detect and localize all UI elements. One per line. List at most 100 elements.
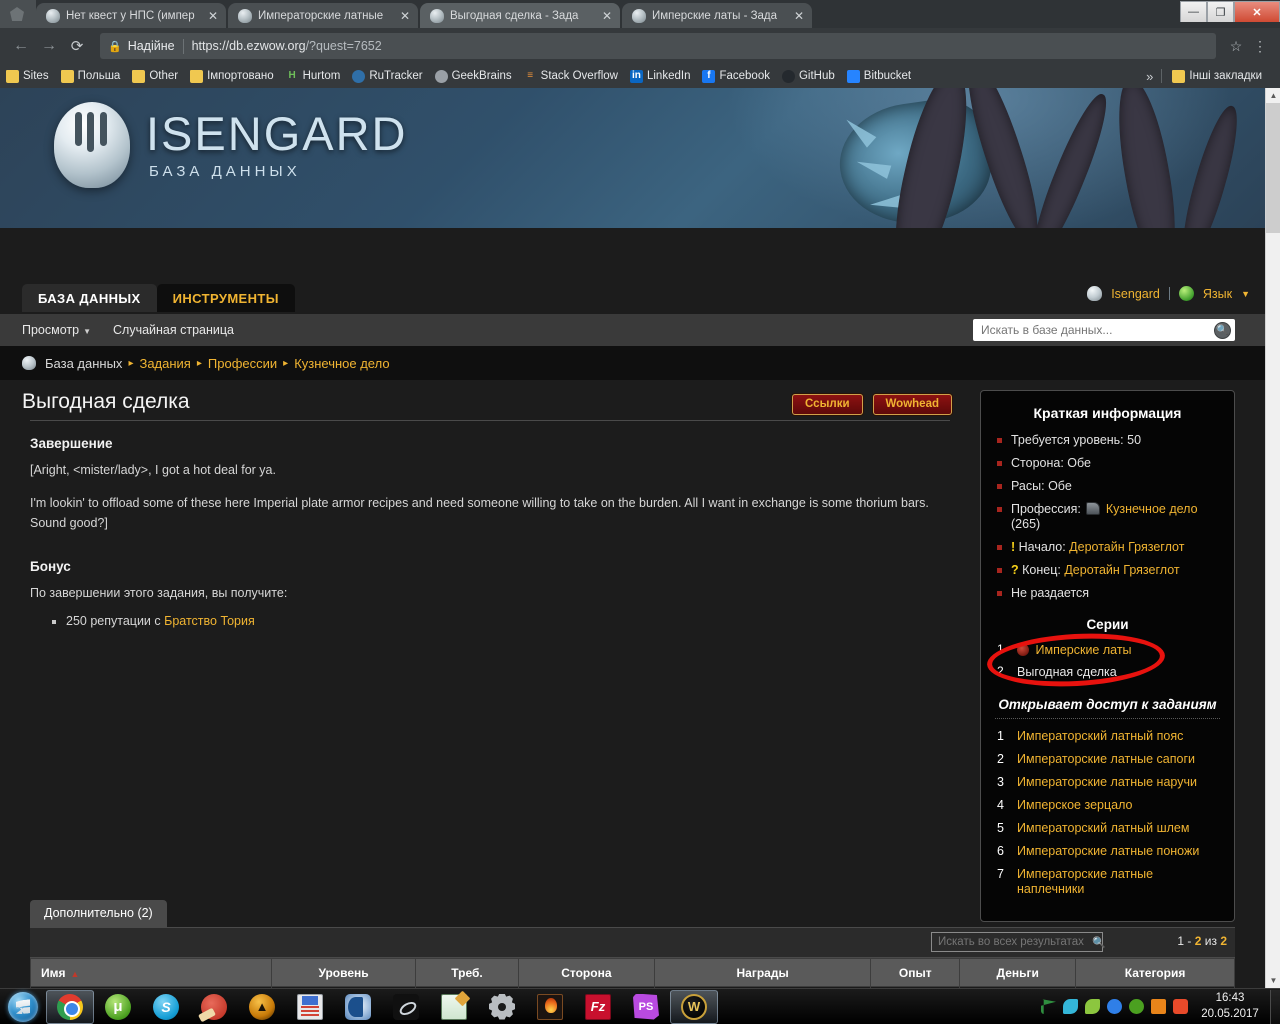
close-icon[interactable]: ✕ (398, 9, 412, 23)
tab-additional[interactable]: Дополнительно (2) (30, 900, 167, 927)
bookmark-polsha[interactable]: Польша (60, 69, 120, 83)
profession-link[interactable]: Кузнечное дело (1106, 502, 1198, 516)
start-button[interactable] (0, 990, 46, 1024)
back-icon[interactable]: ← (8, 33, 34, 59)
minimize-button[interactable]: — (1180, 1, 1207, 22)
unlock-link[interactable]: Императорский латный пояс (1017, 729, 1183, 743)
scroll-down-icon[interactable]: ▼ (1266, 973, 1280, 988)
unlock-link[interactable]: Имперское зерцало (1017, 798, 1132, 812)
taskbar-item-settings[interactable] (478, 990, 526, 1024)
bookmark-stackoverflow[interactable]: ≡ Stack Overflow (524, 70, 618, 83)
close-icon[interactable]: ✕ (206, 9, 220, 23)
bookmark-geekbrains[interactable]: GeekBrains (434, 69, 512, 83)
table-search-input[interactable] (938, 936, 1092, 948)
unlock-link[interactable]: Императорский латный шлем (1017, 821, 1189, 835)
site-search[interactable]: 🔍 (973, 319, 1235, 341)
facebook-icon: f (702, 69, 716, 83)
series-link[interactable]: Имперские латы (1035, 643, 1131, 657)
forward-icon[interactable]: → (36, 33, 62, 59)
start-npc-link[interactable]: Деротайн Грязеглот (1069, 540, 1184, 554)
taskbar-item-chrome[interactable] (46, 989, 94, 1024)
chevron-down-icon[interactable]: ▼ (1241, 289, 1250, 299)
breadcrumb-item-professions[interactable]: Профессии (208, 356, 277, 371)
avast-icon[interactable] (1173, 999, 1188, 1014)
close-icon[interactable]: ✕ (792, 9, 806, 23)
breadcrumb-item-quests[interactable]: Задания (139, 356, 190, 371)
other-bookmarks-folder[interactable]: Інші закладки (1172, 69, 1262, 83)
taskbar-item-notepad-plus[interactable] (430, 990, 478, 1024)
flag-icon[interactable] (1041, 999, 1056, 1014)
bookmark-rutracker[interactable]: RuTracker (352, 69, 423, 83)
leaf-icon[interactable] (1085, 999, 1100, 1014)
taskbar-item-moon-app[interactable] (334, 990, 382, 1024)
search-icon[interactable]: 🔍 (1214, 321, 1231, 339)
column-header-level[interactable]: Уровень (270, 958, 417, 987)
search-icon[interactable]: 🔍 (1092, 936, 1106, 949)
table-search[interactable]: 🔍 (931, 932, 1106, 952)
bonus-faction-link[interactable]: Братство Тория (164, 614, 255, 628)
bird-icon[interactable] (1063, 999, 1078, 1014)
unlock-link[interactable]: Императорские латные наплечники (1017, 867, 1153, 896)
scroll-up-icon[interactable]: ▲ (1266, 88, 1280, 103)
unlock-link[interactable]: Императорские латные наручи (1017, 775, 1197, 789)
bookmark-other[interactable]: Other (132, 69, 178, 83)
taskbar-item-ccleaner[interactable] (190, 990, 238, 1024)
browser-tab-3-active[interactable]: Выгодная сделка - Зада ✕ (420, 3, 620, 28)
bookmark-facebook[interactable]: f Facebook (702, 69, 770, 83)
page-scrollbar[interactable]: ▲ ▼ (1265, 88, 1280, 988)
scrollbar-thumb[interactable] (1266, 103, 1280, 233)
close-window-button[interactable]: ✕ (1234, 1, 1280, 22)
maximize-button[interactable]: ❐ (1207, 1, 1234, 22)
browser-tab-1[interactable]: Нет квест у НПС (импер ✕ (36, 3, 226, 28)
bookmark-sites[interactable]: Sites (6, 69, 49, 83)
show-desktop-button[interactable] (1270, 989, 1280, 1024)
address-bar[interactable]: 🔒 Надійне https://db.ezwow.org/?quest=76… (100, 33, 1216, 59)
column-header-money[interactable]: Деньги (959, 958, 1077, 987)
chrome-menu-icon[interactable]: ⋮ (1248, 38, 1272, 55)
close-icon[interactable]: ✕ (600, 9, 614, 23)
taskbar-item-skype[interactable]: S (142, 990, 190, 1024)
column-header-name[interactable]: Имя ▲ (30, 958, 272, 987)
search-input[interactable] (981, 323, 1214, 337)
column-header-rewards[interactable]: Награды (653, 958, 872, 987)
player-icon[interactable] (1151, 999, 1166, 1014)
browser-tab-2[interactable]: Императорские латные ✕ (228, 3, 418, 28)
site-logo[interactable]: ISENGARD БАЗА ДАННЫХ (54, 102, 408, 188)
links-button[interactable]: Ссылки (792, 394, 863, 415)
bookmark-github[interactable]: GitHub (781, 69, 835, 83)
language-selector[interactable]: Язык (1203, 287, 1232, 301)
bookmark-importovano[interactable]: Імпортовано (190, 69, 274, 83)
unlock-link[interactable]: Императорские латные поножи (1017, 844, 1199, 858)
flash-icon[interactable] (1107, 999, 1122, 1014)
unlock-link[interactable]: Императорские латные сапоги (1017, 752, 1195, 766)
nav-tab-database[interactable]: БАЗА ДАННЫХ (22, 284, 157, 312)
column-header-req[interactable]: Треб. (415, 958, 519, 987)
taskbar-item-save-manager[interactable] (286, 990, 334, 1024)
nav-tab-tools[interactable]: ИНСТРУМЕНТЫ (156, 284, 295, 312)
wowhead-button[interactable]: Wowhead (872, 394, 952, 415)
taskbar-item-filezilla[interactable]: Fz (574, 990, 622, 1024)
reload-icon[interactable]: ⟳ (64, 33, 90, 59)
subnav-item-view[interactable]: Просмотр ▼ (22, 323, 91, 337)
taskbar-item-utorrent[interactable]: μ (94, 990, 142, 1024)
bookmark-hurtom[interactable]: H Hurtom (286, 70, 340, 83)
column-header-category[interactable]: Категория (1075, 958, 1235, 987)
breadcrumb-item-blacksmithing[interactable]: Кузнечное дело (294, 356, 389, 371)
taskbar-item-photoshop[interactable]: PS (622, 990, 670, 1024)
taskbar-item-fire-book[interactable] (526, 990, 574, 1024)
column-header-side[interactable]: Сторона (517, 958, 656, 987)
taskbar-item-atom[interactable] (382, 990, 430, 1024)
column-header-exp[interactable]: Опыт (870, 958, 961, 987)
end-npc-link[interactable]: Деротайн Грязеглот (1064, 563, 1179, 577)
account-name[interactable]: Isengard (1111, 287, 1160, 301)
bookmarks-overflow-icon[interactable]: » (1138, 69, 1161, 84)
taskbar-item-wow[interactable]: W (670, 989, 718, 1024)
taskbar-clock[interactable]: 16:43 20.05.2017 (1196, 991, 1270, 1022)
bookmark-star-icon[interactable]: ☆ (1224, 38, 1248, 55)
bookmark-linkedin[interactable]: in LinkedIn (629, 69, 690, 83)
browser-tab-4[interactable]: Имперские латы - Зада ✕ (622, 3, 812, 28)
utorrent-tray-icon[interactable] (1129, 999, 1144, 1014)
taskbar-item-adobe[interactable]: ▲ (238, 990, 286, 1024)
subnav-item-random-page[interactable]: Случайная страница (113, 323, 234, 337)
bookmark-bitbucket[interactable]: Bitbucket (846, 69, 911, 83)
